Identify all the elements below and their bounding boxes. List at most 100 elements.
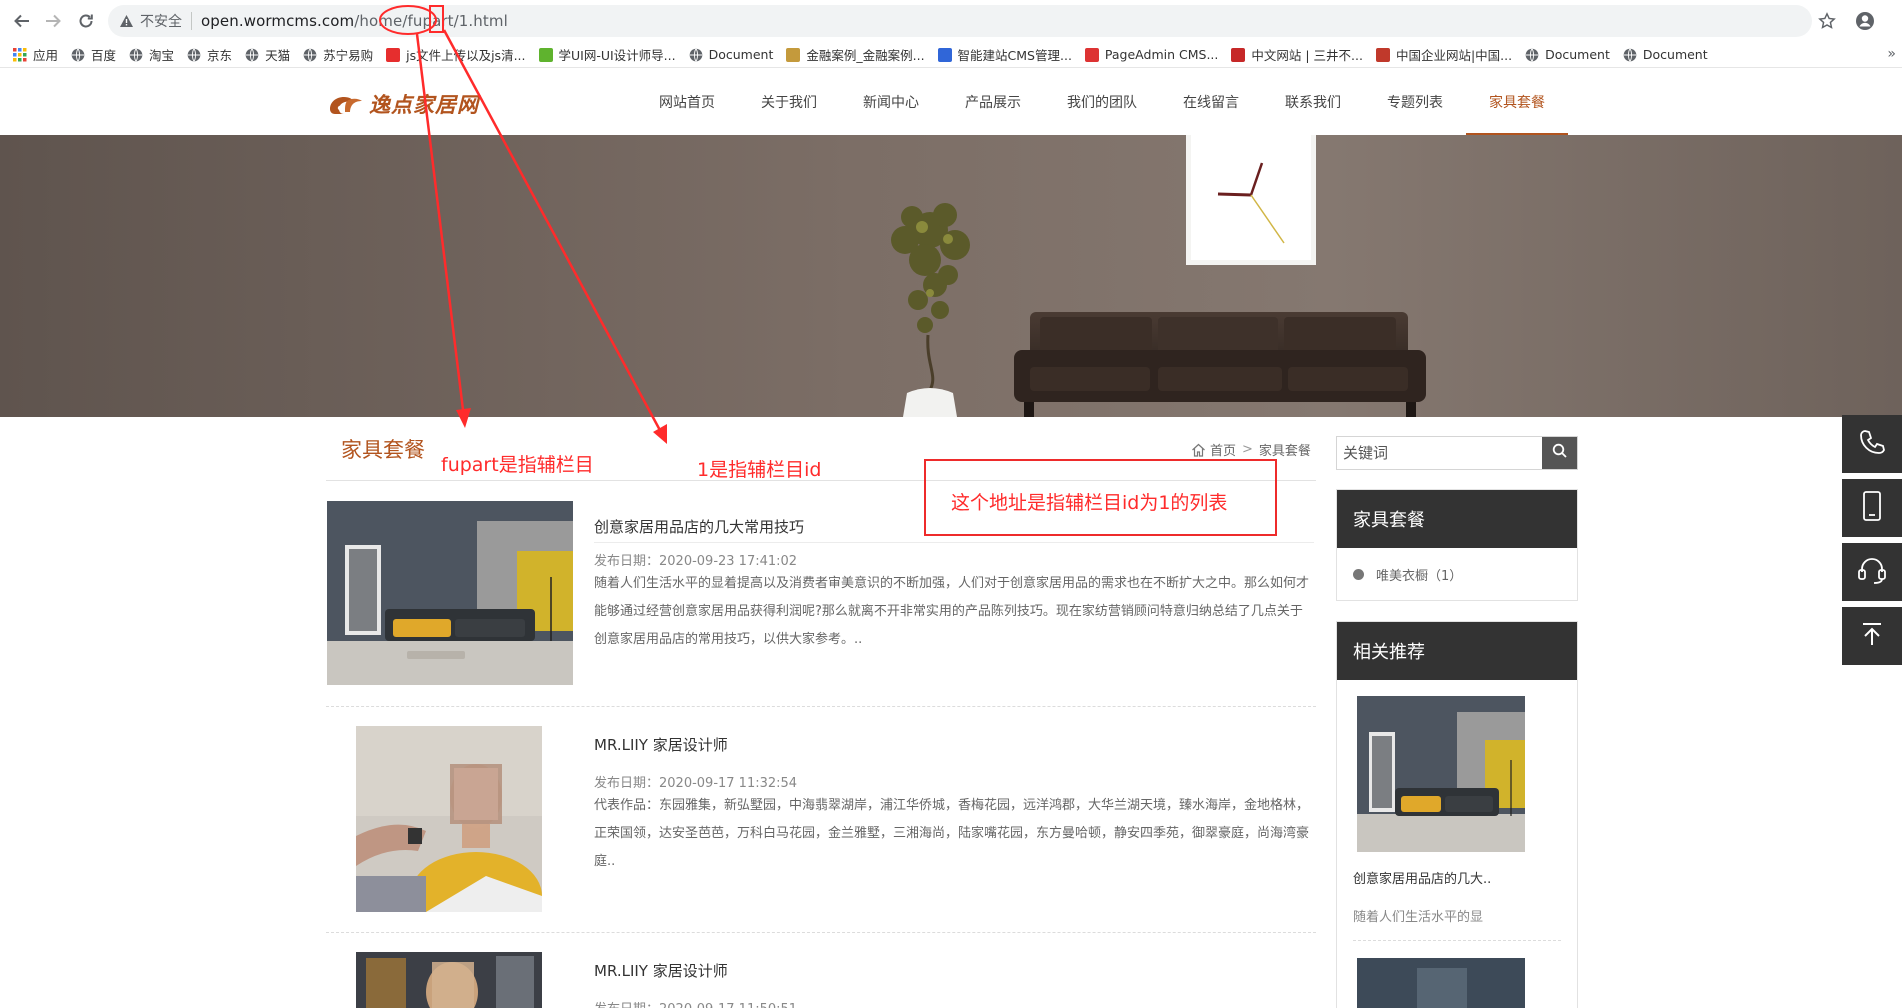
bookmark-item[interactable]: 百度 [58, 45, 116, 64]
bookmark-item[interactable]: 中国企业网站|中国... [1363, 45, 1512, 64]
recommend-thumbnail[interactable] [1357, 958, 1525, 1008]
bookmark-item[interactable]: 天猫 [232, 45, 290, 64]
article-item[interactable]: MR.LIIY 家居设计师 发布日期：2020-09-17 11:32:54 代… [326, 726, 1316, 934]
bookmark-item[interactable]: 淘宝 [116, 45, 174, 64]
bookmark-item[interactable]: 苏宁易购 [290, 45, 373, 64]
article-title[interactable]: MR.LIIY 家居设计师 [594, 960, 728, 981]
recommend-thumbnail[interactable] [1357, 696, 1525, 852]
bookmark-item[interactable]: Document [1610, 47, 1708, 62]
search-input[interactable] [1337, 437, 1542, 469]
nav-item[interactable]: 联系我们 [1262, 69, 1364, 135]
reload-icon[interactable] [73, 8, 99, 34]
nav-item[interactable]: 在线留言 [1160, 69, 1262, 135]
category-panel: 家具套餐 唯美衣橱（1） [1336, 489, 1578, 601]
mobile-button[interactable] [1842, 479, 1902, 537]
article-title-rule [594, 542, 1314, 543]
phone-icon [1857, 427, 1887, 461]
mitsui-icon [1231, 47, 1246, 62]
bookmark-label: 学UI网-UI设计师导... [558, 48, 676, 63]
sidebar-category-item[interactable]: 唯美衣橱（1） [1337, 548, 1577, 600]
annotation-fupart-note: fupart是指辅栏目 [441, 454, 594, 476]
recommend-panel: 相关推荐 创意家居用品店的几大.. 随着人们生活水平的显 [1336, 621, 1578, 1008]
bookmark-label: Document [708, 47, 774, 62]
shield-icon [1375, 47, 1390, 62]
globe-icon [129, 48, 143, 62]
bookmark-item[interactable]: 中文网站 | 三井不... [1218, 45, 1363, 64]
address-bar[interactable]: 不安全 open.wormcms.com/home/fupart/1.html [108, 5, 1812, 37]
recommend-panel-title: 相关推荐 [1337, 622, 1577, 680]
bookmark-item[interactable]: 京东 [174, 45, 232, 64]
bookmark-item[interactable]: 学UI网-UI设计师导... [526, 45, 676, 64]
globe-icon [689, 48, 703, 62]
article-date: 发布日期：2020-09-23 17:41:02 [594, 554, 798, 569]
nav-item[interactable]: 新闻中心 [840, 69, 942, 135]
search-box [1336, 436, 1578, 470]
logo-mark-icon [327, 91, 367, 117]
warning-triangle-icon [118, 13, 134, 29]
nav-item[interactable]: 关于我们 [738, 69, 840, 135]
url-host: open.wormcms.com [201, 12, 355, 30]
main-nav: 网站首页 关于我们 新闻中心 产品展示 我们的团队 在线留言 联系我们 专题列表 家具套餐 [636, 69, 1568, 135]
article-item[interactable]: MR.LIIY 家居设计师 发布日期：2020-09-17 11:50:51 [326, 952, 1316, 1008]
bookmark-item[interactable]: 金融案例_金融案例... [773, 45, 925, 64]
bookmark-item[interactable]: Document [1512, 47, 1610, 62]
recommend-desc: 随着人们生活水平的显 [1353, 910, 1484, 925]
back-to-top-button[interactable] [1842, 607, 1902, 665]
bookmark-label: 应用 [33, 48, 59, 63]
site-header: 逸点家居网 网站首页 关于我们 新闻中心 产品展示 我们的团队 在线留言 联系我们 专题列表家… [0, 69, 1902, 135]
globe-icon [1623, 48, 1637, 62]
article-title[interactable]: 创意家居用品店的几大常用技巧 [594, 516, 804, 537]
breadcrumb-current[interactable]: 家具套餐 [1259, 440, 1311, 459]
bookmarks-overflow-icon[interactable]: » [1887, 46, 1896, 62]
bookmark-item[interactable]: 智能建站CMS管理... [925, 45, 1072, 64]
annotation-box-note: 这个地址是指辅栏目id为1的列表 [951, 492, 1228, 514]
mobile-phone-icon [1861, 490, 1883, 526]
bookmark-label: 天猫 [265, 48, 291, 63]
bookmark-item[interactable]: PageAdmin CMS... [1072, 47, 1218, 62]
bookmark-item[interactable]: 应用 [0, 45, 58, 64]
bookmark-label: 金融案例_金融案例... [806, 48, 925, 63]
globe-icon [187, 48, 201, 62]
article-thumbnail[interactable] [327, 501, 573, 685]
category-label[interactable]: 唯美衣橱（1） [1376, 565, 1462, 584]
arrow-up-to-top-icon [1860, 621, 1884, 651]
bookmark-item[interactable]: Document [676, 47, 774, 62]
article-summary: 随着人们生活水平的显着提高以及消费者审美意识的不断加强，人们对于创意家居用品的需… [594, 576, 1310, 647]
baidu-paw-icon [937, 47, 952, 62]
omnibox-divider [191, 12, 192, 30]
globe-icon [71, 48, 85, 62]
article-thumbnail[interactable] [356, 952, 542, 1008]
bookmark-label: 中文网站 | 三井不... [1251, 48, 1363, 63]
annotation-id-note: 1是指辅栏目id [697, 459, 822, 481]
bookmark-label: PageAdmin CMS... [1104, 47, 1219, 62]
phone-button[interactable] [1842, 415, 1902, 473]
site-logo[interactable]: 逸点家居网 [327, 89, 479, 119]
recommend-title[interactable]: 创意家居用品店的几大.. [1353, 868, 1491, 887]
forward-arrow-icon[interactable] [40, 8, 66, 34]
article-title[interactable]: MR.LIIY 家居设计师 [594, 734, 728, 755]
breadcrumb-home-link[interactable]: 首页 [1210, 440, 1236, 459]
nav-item[interactable]: 家具套餐 [1466, 69, 1568, 135]
article-date: 发布日期：2020-09-17 11:32:54 [594, 776, 798, 791]
bookmark-label: 中国企业网站|中国... [1395, 48, 1513, 63]
nav-item[interactable]: 产品展示 [942, 69, 1044, 135]
nav-item[interactable]: 专题列表 [1364, 69, 1466, 135]
bookmark-star-icon[interactable] [1814, 8, 1840, 34]
bookmarks-bar: 应用 百度 淘宝 京东 天猫 苏宁易购 js文件上传以及js清... 学UI网-UI设计师导.… [0, 42, 1902, 68]
globe-icon [303, 48, 317, 62]
floating-toolbar [1842, 415, 1902, 671]
back-arrow-icon[interactable] [9, 8, 35, 34]
article-thumbnail[interactable] [356, 726, 542, 912]
search-icon [1552, 443, 1568, 463]
nav-item[interactable]: 网站首页 [636, 69, 738, 135]
search-button[interactable] [1542, 437, 1577, 469]
bookmark-label: Document [1545, 47, 1610, 62]
bookmark-item[interactable]: js文件上传以及js清... [373, 45, 526, 64]
profile-avatar-icon[interactable] [1852, 8, 1878, 34]
article-divider [326, 706, 1316, 707]
bookmark-label: 百度 [91, 48, 117, 63]
url-text[interactable]: open.wormcms.com/home/fupart/1.html [201, 12, 508, 30]
customer-service-button[interactable] [1842, 543, 1902, 601]
nav-item[interactable]: 我们的团队 [1044, 69, 1160, 135]
bookmark-label: 淘宝 [149, 48, 175, 63]
